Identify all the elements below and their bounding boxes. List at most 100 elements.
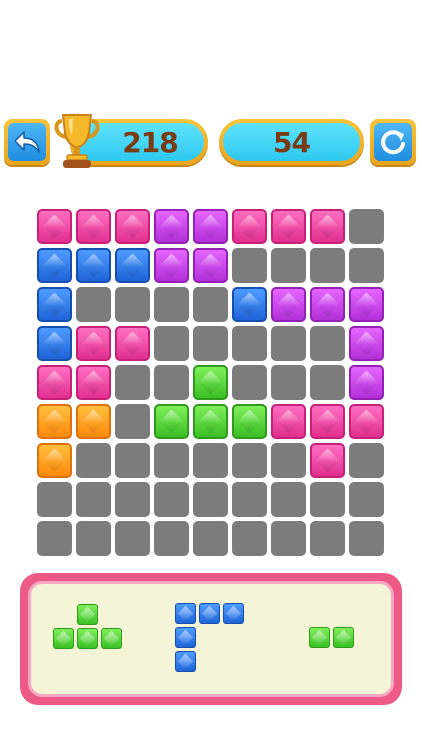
empty-cell[interactable]	[154, 521, 189, 556]
trophy-icon	[54, 114, 100, 168]
empty-cell[interactable]	[271, 521, 306, 556]
empty-cell[interactable]	[349, 209, 384, 244]
purple-block[interactable]	[154, 248, 189, 283]
empty-cell[interactable]	[349, 482, 384, 517]
empty-cell[interactable]	[154, 326, 189, 361]
empty-cell[interactable]	[76, 287, 111, 322]
best-score-value: 218	[122, 125, 178, 159]
green-mini-block	[333, 627, 354, 648]
pink-block[interactable]	[115, 326, 150, 361]
empty-cell[interactable]	[115, 365, 150, 400]
purple-block[interactable]	[349, 287, 384, 322]
purple-block[interactable]	[349, 326, 384, 361]
purple-block[interactable]	[154, 209, 189, 244]
empty-cell[interactable]	[310, 365, 345, 400]
empty-cell[interactable]	[193, 443, 228, 478]
green-block[interactable]	[193, 365, 228, 400]
orange-block[interactable]	[37, 443, 72, 478]
empty-cell[interactable]	[115, 482, 150, 517]
empty-cell[interactable]	[310, 326, 345, 361]
empty-cell[interactable]	[310, 482, 345, 517]
empty-cell[interactable]	[232, 326, 267, 361]
empty-cell[interactable]	[37, 521, 72, 556]
blue-block[interactable]	[232, 287, 267, 322]
empty-cell[interactable]	[349, 443, 384, 478]
empty-cell[interactable]	[349, 521, 384, 556]
back-button[interactable]	[4, 119, 50, 165]
current-score-panel: 54	[219, 119, 364, 165]
blue-mini-block	[199, 603, 220, 624]
pink-block[interactable]	[115, 209, 150, 244]
back-arrow-icon	[14, 131, 40, 153]
empty-cell[interactable]	[154, 365, 189, 400]
empty-cell[interactable]	[193, 326, 228, 361]
blue-block[interactable]	[115, 248, 150, 283]
empty-cell[interactable]	[271, 443, 306, 478]
empty-cell[interactable]	[154, 443, 189, 478]
empty-cell[interactable]	[232, 443, 267, 478]
green-mini-block	[101, 628, 122, 649]
green-block[interactable]	[232, 404, 267, 439]
blue-mini-block	[175, 627, 196, 648]
purple-block[interactable]	[349, 365, 384, 400]
empty-cell[interactable]	[193, 521, 228, 556]
purple-block[interactable]	[271, 287, 306, 322]
green-mini-block	[77, 604, 98, 625]
pink-block[interactable]	[271, 209, 306, 244]
pink-block[interactable]	[271, 404, 306, 439]
purple-block[interactable]	[193, 248, 228, 283]
game-board[interactable]	[37, 209, 388, 560]
empty-cell[interactable]	[115, 443, 150, 478]
empty-cell[interactable]	[193, 287, 228, 322]
blue-mini-block	[175, 603, 196, 624]
pink-block[interactable]	[76, 365, 111, 400]
empty-cell[interactable]	[154, 287, 189, 322]
pink-block[interactable]	[76, 209, 111, 244]
empty-cell[interactable]	[154, 482, 189, 517]
empty-cell[interactable]	[271, 248, 306, 283]
pink-block[interactable]	[76, 326, 111, 361]
empty-cell[interactable]	[232, 482, 267, 517]
empty-cell[interactable]	[76, 521, 111, 556]
empty-cell[interactable]	[193, 482, 228, 517]
green-mini-block	[309, 627, 330, 648]
empty-cell[interactable]	[76, 443, 111, 478]
empty-cell[interactable]	[115, 287, 150, 322]
green-block[interactable]	[154, 404, 189, 439]
empty-cell[interactable]	[271, 482, 306, 517]
orange-block[interactable]	[76, 404, 111, 439]
empty-cell[interactable]	[349, 248, 384, 283]
purple-block[interactable]	[193, 209, 228, 244]
blue-mini-block	[175, 651, 196, 672]
empty-cell[interactable]	[271, 365, 306, 400]
pink-block[interactable]	[349, 404, 384, 439]
empty-cell[interactable]	[37, 482, 72, 517]
restart-icon	[381, 130, 405, 155]
blue-block[interactable]	[37, 248, 72, 283]
orange-block[interactable]	[37, 404, 72, 439]
empty-cell[interactable]	[115, 521, 150, 556]
current-score-value: 54	[273, 125, 311, 159]
pink-block[interactable]	[310, 404, 345, 439]
pink-block[interactable]	[310, 209, 345, 244]
empty-cell[interactable]	[232, 521, 267, 556]
restart-button[interactable]	[370, 119, 416, 165]
pink-block[interactable]	[37, 209, 72, 244]
empty-cell[interactable]	[76, 482, 111, 517]
green-mini-block	[77, 628, 98, 649]
empty-cell[interactable]	[310, 521, 345, 556]
blue-block[interactable]	[76, 248, 111, 283]
green-block[interactable]	[193, 404, 228, 439]
pink-block[interactable]	[232, 209, 267, 244]
empty-cell[interactable]	[310, 248, 345, 283]
empty-cell[interactable]	[232, 248, 267, 283]
green-mini-block	[53, 628, 74, 649]
pink-block[interactable]	[310, 443, 345, 478]
purple-block[interactable]	[310, 287, 345, 322]
blue-block[interactable]	[37, 287, 72, 322]
empty-cell[interactable]	[115, 404, 150, 439]
blue-block[interactable]	[37, 326, 72, 361]
empty-cell[interactable]	[232, 365, 267, 400]
pink-block[interactable]	[37, 365, 72, 400]
empty-cell[interactable]	[271, 326, 306, 361]
